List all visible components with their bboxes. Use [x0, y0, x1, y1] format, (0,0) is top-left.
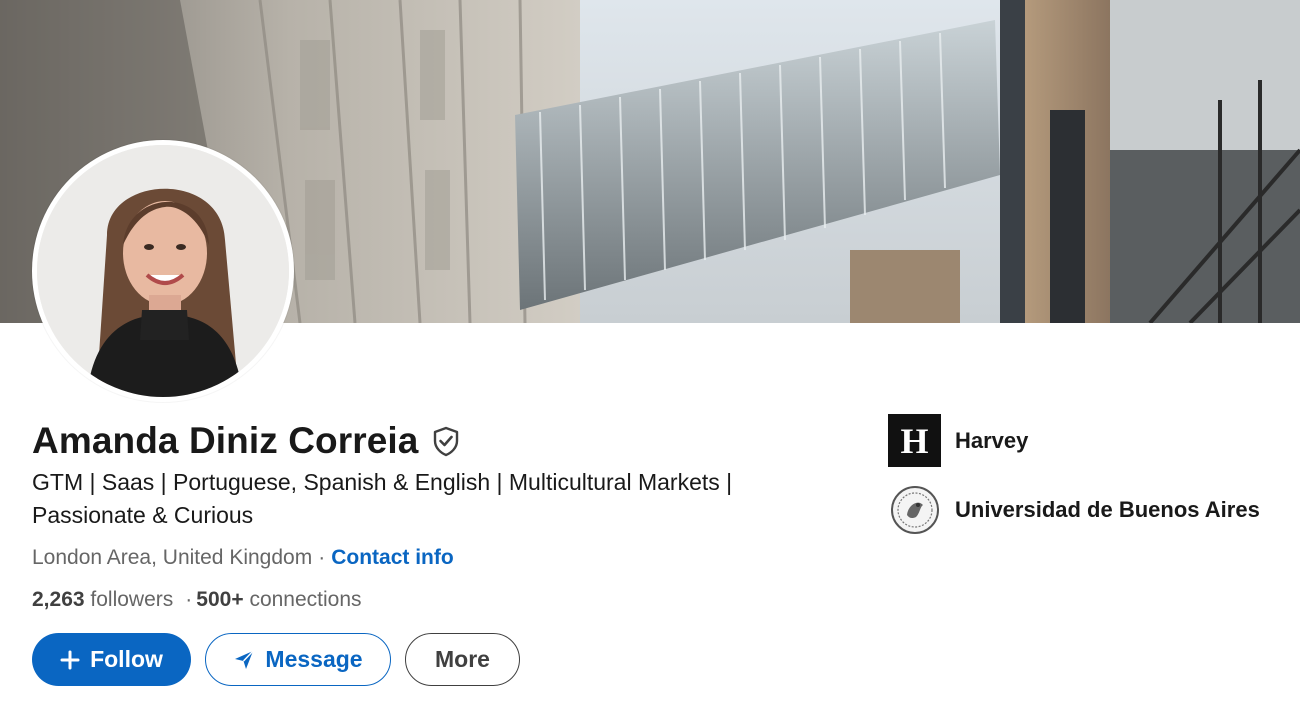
- org-item-harvey[interactable]: H Harvey: [888, 414, 1288, 467]
- follow-label: Follow: [90, 646, 163, 672]
- location-separator: ·: [318, 546, 326, 569]
- followers-count: 2,263: [32, 588, 85, 611]
- plus-icon: [60, 650, 80, 670]
- profile-top-card: Amanda Diniz Correia GTM | Saas | Portug…: [0, 0, 1300, 720]
- followers-label: followers: [90, 588, 174, 611]
- connections-label[interactable]: connections: [249, 588, 361, 611]
- paper-plane-icon: [233, 649, 255, 671]
- connections-separator: ·: [185, 588, 193, 611]
- verified-shield-icon[interactable]: [430, 425, 462, 457]
- follow-button[interactable]: Follow: [32, 633, 191, 686]
- profile-location: London Area, United Kingdom: [32, 546, 313, 569]
- name-row: Amanda Diniz Correia: [32, 418, 462, 464]
- connections-count[interactable]: 500+: [196, 588, 243, 611]
- org-name: Harvey: [955, 427, 1029, 453]
- org-item-uba[interactable]: Universidad de Buenos Aires: [888, 483, 1288, 536]
- profile-headline: GTM | Saas | Portuguese, Spanish & Engli…: [32, 469, 733, 528]
- network-stats: 2,263 followers · 500+ connections: [32, 585, 362, 615]
- more-button[interactable]: More: [405, 633, 520, 686]
- org-name: Universidad de Buenos Aires: [955, 496, 1260, 522]
- location-row: London Area, United Kingdom · Contact info: [32, 543, 454, 573]
- profile-name: Amanda Diniz Correia: [32, 420, 419, 461]
- profile-photo[interactable]: [32, 140, 294, 402]
- uba-seal-logo: [888, 483, 941, 536]
- more-label: More: [435, 646, 490, 672]
- message-button[interactable]: Message: [205, 633, 391, 686]
- profile-actions: Follow Message More: [32, 633, 520, 686]
- harvey-logo: H: [888, 414, 941, 467]
- experience-education-list: H Harvey Universidad de Buenos Aires: [888, 414, 1288, 552]
- message-label: Message: [265, 646, 363, 672]
- contact-info-link[interactable]: Contact info: [331, 546, 453, 569]
